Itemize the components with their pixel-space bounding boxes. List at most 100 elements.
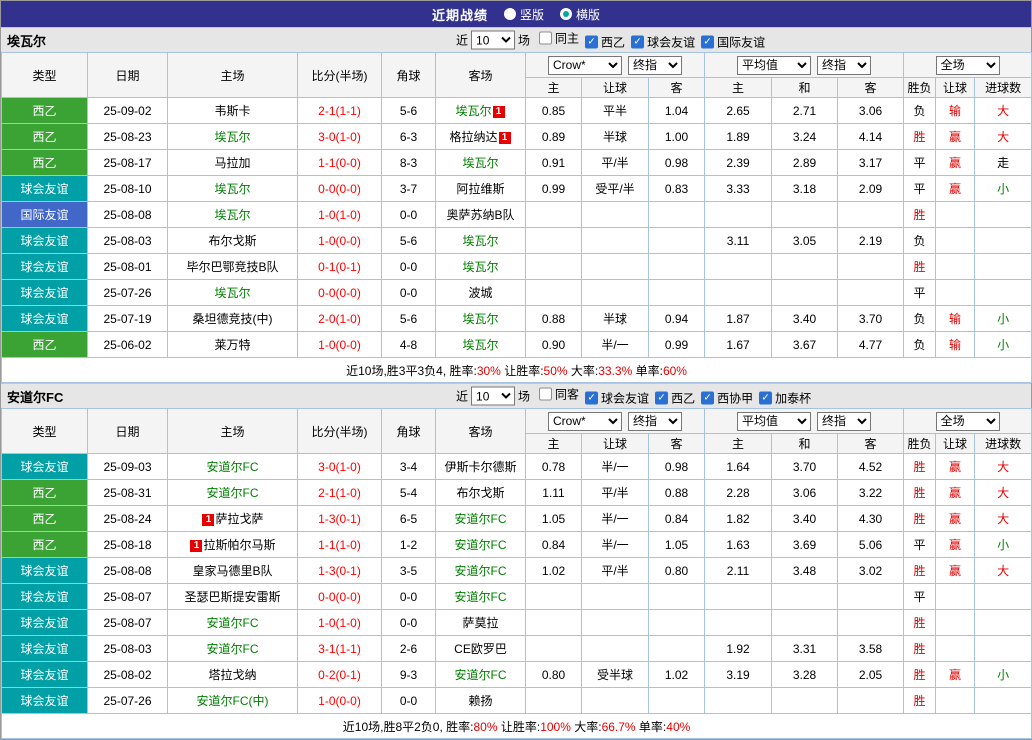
result-value: 赢	[935, 175, 976, 202]
filter-option-label: 同主	[555, 31, 580, 46]
home-team-link[interactable]: 莱万特	[214, 338, 250, 352]
filter-option-国际友谊[interactable]: ✓ 国际友谊	[701, 34, 765, 51]
section-header: 埃瓦尔 近 10 场 同主 ✓ 西乙 ✓ 球会友谊 ✓ 国际友谊	[1, 27, 1031, 52]
radio-icon[interactable]	[503, 8, 516, 20]
corner-count: 0-0	[381, 583, 436, 610]
away-team-link[interactable]: 格拉纳达	[449, 130, 497, 144]
home-team-link[interactable]: 毕尔巴鄂竞技B队	[186, 260, 278, 274]
home-team-link[interactable]: 桑坦德竞技(中)	[193, 312, 273, 326]
odds-value	[581, 201, 649, 228]
home-team-link[interactable]: 安道尔FC	[207, 642, 259, 656]
home-team-link[interactable]: 萨拉戈萨	[215, 512, 263, 526]
average-select[interactable]: 平均值	[737, 55, 812, 75]
odds-stage-select-1[interactable]: 终指	[628, 55, 683, 75]
filter-option-西协甲[interactable]: ✓ 西协甲	[701, 390, 753, 407]
filter-option-球会友谊[interactable]: ✓ 球会友谊	[631, 34, 695, 51]
sub-col-header: 和	[771, 433, 839, 454]
checked-checkbox-icon[interactable]: ✓	[631, 35, 645, 49]
home-team-link[interactable]: 塔拉戈纳	[208, 668, 256, 682]
avg-odds-value	[771, 201, 839, 228]
away-team-link[interactable]: 埃瓦尔	[462, 156, 498, 170]
recent-count-select[interactable]: 10	[471, 386, 516, 406]
away-team-link[interactable]: 安道尔FC	[455, 668, 507, 682]
fulltime-select[interactable]: 全场	[935, 55, 1000, 75]
away-team-link[interactable]: 安道尔FC	[455, 538, 507, 552]
away-team-link[interactable]: 奥萨苏纳B队	[446, 208, 514, 222]
avg-odds-value: 3.33	[704, 175, 773, 202]
checked-checkbox-icon[interactable]: ✓	[655, 391, 669, 405]
odds-value: 0.99	[647, 331, 706, 358]
home-team-link[interactable]: 埃瓦尔	[214, 208, 250, 222]
filter-option-label: 球会友谊	[647, 35, 696, 50]
radio-selected-icon[interactable]	[560, 8, 572, 20]
unchecked-checkbox-icon[interactable]	[539, 31, 553, 45]
away-team-link[interactable]: 赖扬	[468, 694, 492, 708]
home-team-cell: 韦斯卡	[167, 97, 298, 124]
checked-checkbox-icon[interactable]: ✓	[701, 35, 715, 49]
home-team-link[interactable]: 安道尔FC	[207, 616, 259, 630]
checked-checkbox-icon[interactable]: ✓	[759, 391, 773, 405]
checked-checkbox-icon[interactable]: ✓	[585, 391, 599, 405]
avg-odds-value: 3.06	[771, 479, 839, 506]
home-team-link[interactable]: 韦斯卡	[214, 104, 250, 118]
away-team-link[interactable]: 安道尔FC	[455, 590, 507, 604]
away-team-link[interactable]: CE欧罗巴	[454, 642, 507, 656]
away-team-link[interactable]: 波城	[468, 286, 492, 300]
filter-option-西乙[interactable]: ✓ 西乙	[585, 34, 625, 51]
bookmaker-select[interactable]: Crow*	[548, 55, 623, 75]
home-team-cell: 塔拉戈纳	[167, 661, 298, 688]
recent-count-select[interactable]: 10	[471, 30, 516, 50]
away-team-link[interactable]: 埃瓦尔	[462, 260, 498, 274]
home-team-link[interactable]: 埃瓦尔	[214, 286, 250, 300]
away-team-link[interactable]: 阿拉维斯	[456, 182, 504, 196]
home-team-link[interactable]: 安道尔FC	[207, 460, 259, 474]
away-team-link[interactable]: 安道尔FC	[455, 564, 507, 578]
filter-games-label: 场	[518, 33, 531, 48]
corner-count: 0-0	[381, 687, 436, 714]
home-team-link[interactable]: 皇家马德里B队	[192, 564, 272, 578]
away-team-link[interactable]: 埃瓦尔	[462, 312, 498, 326]
home-team-link[interactable]: 埃瓦尔	[214, 130, 250, 144]
layout-radio-horizontal[interactable]: 横版	[560, 6, 600, 23]
home-team-link[interactable]: 圣瑟巴斯提安雷斯	[184, 590, 280, 604]
average-select[interactable]: 平均值	[737, 411, 812, 431]
away-team-link[interactable]: 伊斯卡尔德斯	[444, 460, 516, 474]
home-team-link[interactable]: 安道尔FC(中)	[197, 694, 269, 708]
filter-games-label: 场	[518, 389, 531, 404]
away-team-link[interactable]: 埃瓦尔	[462, 234, 498, 248]
away-team-link[interactable]: 布尔戈斯	[456, 486, 504, 500]
summary-stat-label: 大率:	[570, 719, 602, 734]
layout-radio-vertical[interactable]: 竖版	[503, 6, 544, 23]
home-team-link[interactable]: 马拉加	[214, 156, 250, 170]
odds-stage-select-2[interactable]: 终指	[817, 411, 872, 431]
checked-checkbox-icon[interactable]: ✓	[585, 35, 599, 49]
filter-option-同客[interactable]: 同客	[539, 386, 579, 403]
home-team-cell: 布尔戈斯	[167, 227, 298, 254]
filter-option-西乙[interactable]: ✓ 西乙	[655, 390, 695, 407]
away-team-link[interactable]: 埃瓦尔	[455, 104, 491, 118]
filter-option-球会友谊[interactable]: ✓ 球会友谊	[585, 390, 649, 407]
odds-stage-select-2[interactable]: 终指	[817, 55, 872, 75]
corner-count: 6-5	[381, 505, 436, 532]
summary-cell: 近10场,胜3平3负4, 胜率:30% 让胜率:50% 大率:33.3% 单率:…	[0, 357, 1032, 383]
home-team-link[interactable]: 安道尔FC	[207, 486, 259, 500]
filter-option-同主[interactable]: 同主	[539, 30, 579, 47]
away-team-link[interactable]: 安道尔FC	[455, 512, 507, 526]
result-value: 胜	[903, 661, 937, 688]
filter-option-加泰杯[interactable]: ✓ 加泰杯	[759, 390, 811, 407]
result-value: 赢	[935, 505, 976, 532]
unchecked-checkbox-icon[interactable]	[539, 387, 553, 401]
odds-stage-select-1[interactable]: 终指	[628, 411, 683, 431]
home-team-link[interactable]: 布尔戈斯	[208, 234, 256, 248]
away-team-link[interactable]: 埃瓦尔	[462, 338, 498, 352]
checked-checkbox-icon[interactable]: ✓	[701, 391, 715, 405]
fulltime-select[interactable]: 全场	[935, 411, 1000, 431]
result-value: 大	[974, 479, 1032, 506]
avg-odds-value	[771, 253, 839, 280]
home-team-link[interactable]: 拉斯帕尔马斯	[203, 538, 275, 552]
summary-stat-value: 30%	[476, 363, 501, 378]
home-team-link[interactable]: 埃瓦尔	[214, 182, 250, 196]
team-section: 安道尔FC 近 10 场 同客 ✓ 球会友谊 ✓ 西乙 ✓ 西协甲 ✓ 加泰杯 类型 日期 主	[0, 383, 1032, 739]
away-team-link[interactable]: 萨莫拉	[462, 616, 498, 630]
bookmaker-select[interactable]: Crow*	[548, 411, 623, 431]
